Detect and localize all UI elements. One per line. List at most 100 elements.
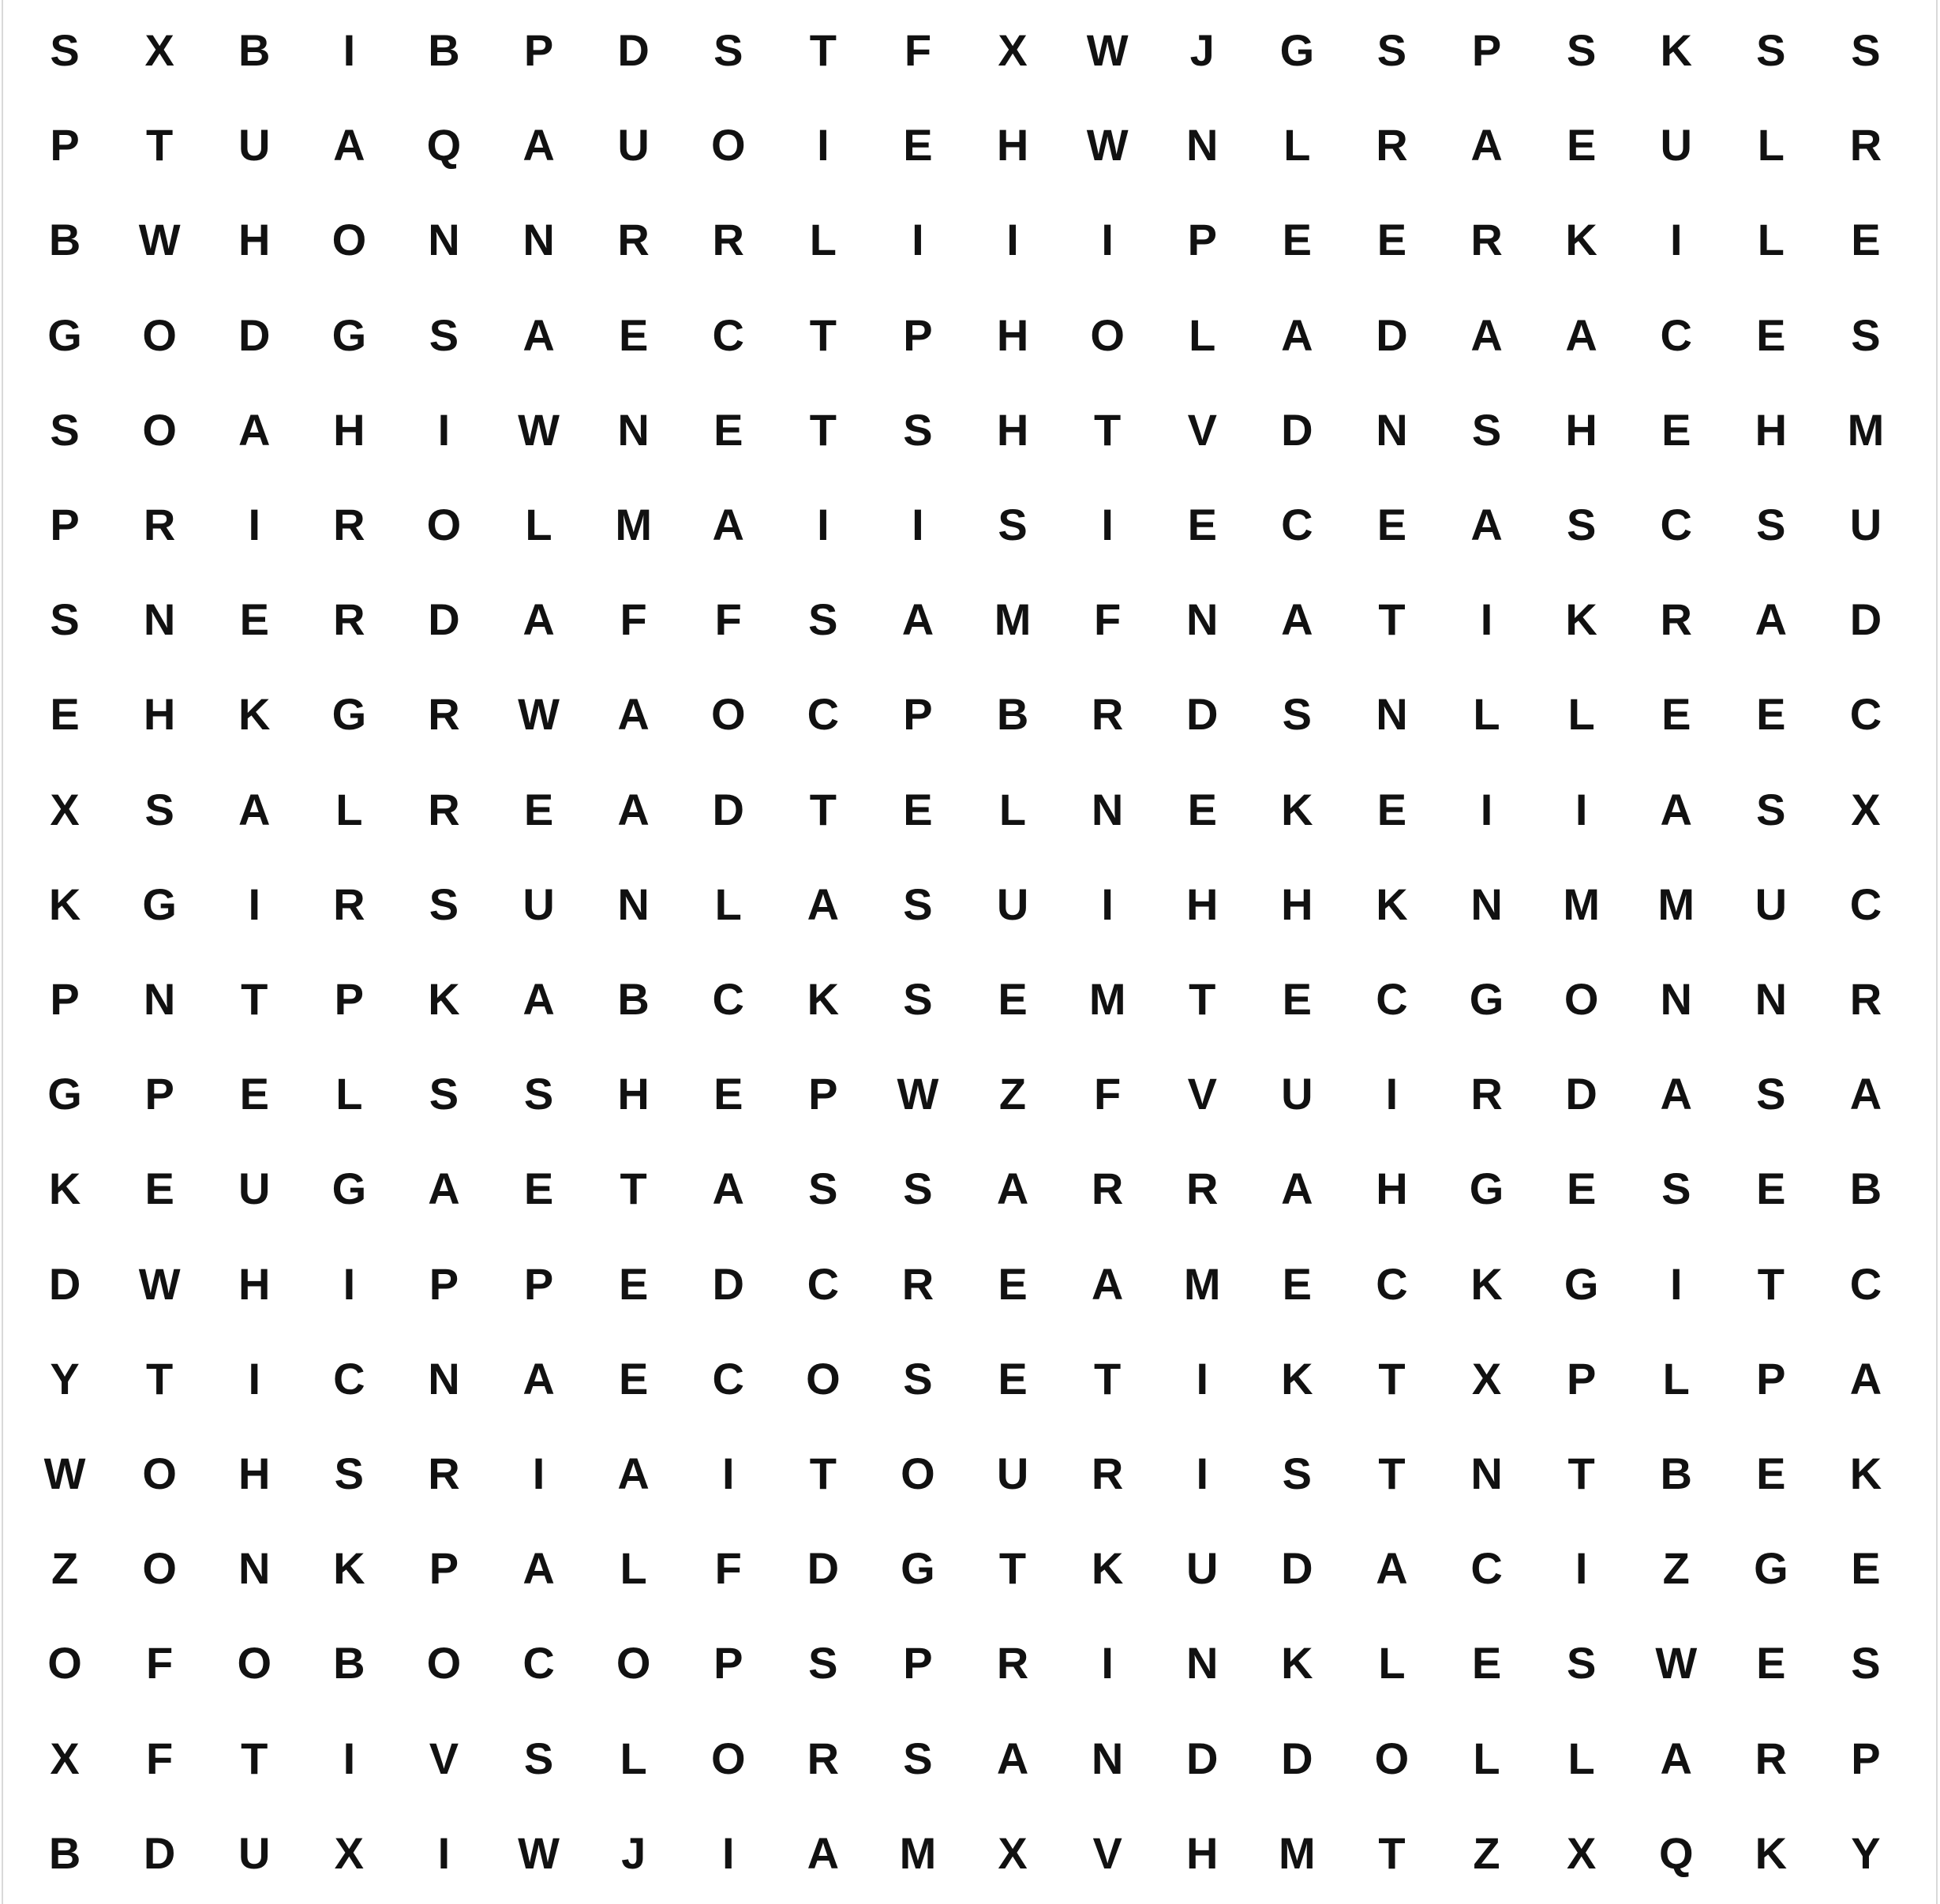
grid-letter: E bbox=[239, 594, 269, 645]
grid-letter: S bbox=[1376, 25, 1407, 76]
grid-letter: X bbox=[50, 1733, 80, 1783]
grid-letter: G bbox=[1279, 25, 1315, 76]
grid-letter: C bbox=[1660, 500, 1692, 550]
grid-letter: R bbox=[617, 215, 650, 265]
grid-letter: E bbox=[523, 1164, 554, 1214]
grid-letter: H bbox=[617, 1069, 650, 1119]
grid-letter: T bbox=[809, 784, 837, 834]
grid-letter: N bbox=[522, 215, 555, 265]
grid-letter: A bbox=[807, 879, 840, 929]
grid-letter: E bbox=[1282, 215, 1313, 265]
grid-letter: E bbox=[1661, 689, 1691, 740]
grid-letter: G bbox=[1469, 1164, 1504, 1214]
grid-letter: O bbox=[710, 120, 746, 171]
grid-letter: L bbox=[620, 1733, 647, 1783]
grid-letter: D bbox=[712, 1258, 744, 1309]
grid-letter: S bbox=[523, 1733, 554, 1783]
grid-letter: K bbox=[238, 689, 271, 740]
grid-letter: N bbox=[1376, 689, 1408, 740]
grid-letter: L bbox=[1283, 120, 1311, 171]
grid-letter: R bbox=[1091, 1449, 1124, 1499]
grid-letter: A bbox=[238, 784, 271, 834]
grid-letter: S bbox=[50, 25, 80, 76]
grid-letter: M bbox=[1847, 404, 1885, 455]
grid-letter: R bbox=[1660, 594, 1692, 645]
grid-letter: B bbox=[428, 25, 460, 76]
grid-letter: D bbox=[712, 784, 744, 834]
grid-letter: N bbox=[143, 974, 176, 1025]
grid-letter: S bbox=[903, 974, 933, 1025]
grid-letter: S bbox=[429, 309, 459, 360]
grid-letter: O bbox=[142, 309, 177, 360]
grid-letter: B bbox=[48, 215, 81, 265]
grid-letter: W bbox=[43, 1449, 86, 1499]
grid-letter: K bbox=[428, 974, 460, 1025]
grid-letter: E bbox=[713, 404, 743, 455]
grid-letter: L bbox=[1567, 1733, 1595, 1783]
grid-letter: P bbox=[1187, 215, 1217, 265]
grid-letter: U bbox=[238, 1827, 271, 1878]
grid-letter: X bbox=[1851, 784, 1881, 834]
grid-letter: L bbox=[1567, 689, 1595, 740]
grid-letter: O bbox=[1564, 974, 1599, 1025]
grid-letter: B bbox=[1660, 1449, 1692, 1499]
grid-letter: L bbox=[809, 215, 837, 265]
grid-letter: K bbox=[807, 974, 840, 1025]
grid-letter: P bbox=[523, 25, 554, 76]
grid-letter: N bbox=[428, 1353, 460, 1404]
grid-letter: A bbox=[238, 404, 271, 455]
grid-letter: E bbox=[1187, 500, 1217, 550]
grid-letter: K bbox=[1281, 1353, 1313, 1404]
grid-letter: G bbox=[901, 1543, 935, 1594]
grid-letter: H bbox=[143, 689, 176, 740]
grid-letter: P bbox=[903, 309, 933, 360]
grid-letter: N bbox=[238, 1543, 271, 1594]
grid-letter: S bbox=[1756, 1069, 1786, 1119]
grid-letter: C bbox=[1470, 1543, 1503, 1594]
grid-letter: R bbox=[901, 1258, 934, 1309]
grid-letter: P bbox=[50, 500, 80, 550]
grid-letter: I bbox=[343, 1258, 356, 1309]
grid-letter: A bbox=[1281, 1164, 1313, 1214]
grid-letter: M bbox=[899, 1827, 937, 1878]
grid-letter: E bbox=[903, 784, 933, 834]
grid-letter: R bbox=[1091, 689, 1124, 740]
grid-letter: K bbox=[1281, 784, 1313, 834]
grid-letter: O bbox=[47, 1638, 82, 1688]
grid-letter: L bbox=[1757, 120, 1785, 171]
grid-letter: H bbox=[238, 1258, 271, 1309]
grid-letter: G bbox=[331, 689, 367, 740]
grid-letter: A bbox=[1849, 1353, 1882, 1404]
grid-letter: P bbox=[903, 689, 933, 740]
grid-letter: K bbox=[1281, 1638, 1313, 1688]
grid-letter: M bbox=[615, 500, 652, 550]
grid-letter: A bbox=[522, 1353, 555, 1404]
grid-letter: I bbox=[912, 215, 924, 265]
grid-letter: K bbox=[1565, 594, 1597, 645]
grid-letter: E bbox=[1376, 500, 1407, 550]
grid-letter: S bbox=[1851, 1638, 1881, 1688]
grid-letter: S bbox=[1566, 25, 1597, 76]
grid-letter: W bbox=[1086, 25, 1129, 76]
grid-letter: S bbox=[50, 594, 80, 645]
grid-letter: B bbox=[238, 25, 271, 76]
grid-letter: N bbox=[1470, 1449, 1503, 1499]
grid-letter: Y bbox=[1851, 1827, 1881, 1878]
grid-letter: U bbox=[522, 879, 555, 929]
grid-letter: S bbox=[808, 1164, 838, 1214]
grid-letter: L bbox=[335, 784, 363, 834]
grid-letter: C bbox=[1849, 1258, 1882, 1309]
grid-letter: P bbox=[334, 974, 365, 1025]
grid-letter: Q bbox=[426, 120, 462, 171]
grid-letter: Z bbox=[998, 1069, 1027, 1119]
grid-letter: E bbox=[618, 1353, 649, 1404]
grid-letter: C bbox=[1281, 500, 1313, 550]
grid-letter: A bbox=[1281, 594, 1313, 645]
grid-letter: I bbox=[1196, 1353, 1209, 1404]
grid-letter: C bbox=[522, 1638, 555, 1688]
grid-letter: J bbox=[1189, 25, 1215, 76]
grid-letter: P bbox=[808, 1069, 838, 1119]
grid-letter: H bbox=[238, 1449, 271, 1499]
grid-letter: M bbox=[1657, 879, 1695, 929]
grid-letter: I bbox=[1480, 594, 1493, 645]
